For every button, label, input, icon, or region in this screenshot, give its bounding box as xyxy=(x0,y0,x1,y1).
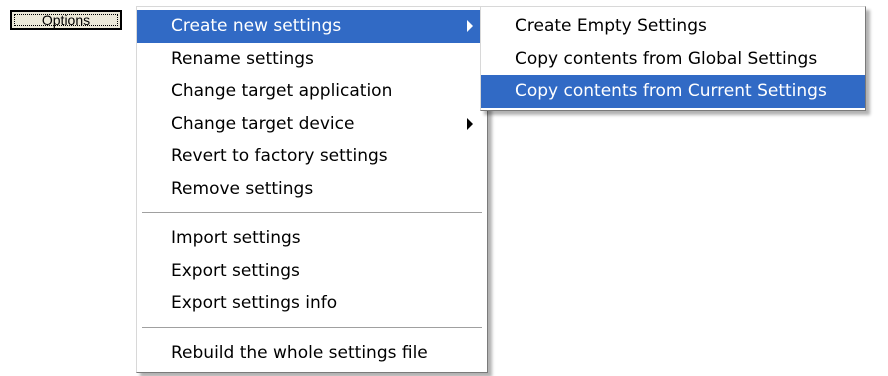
submenu-item-copy-from-global-settings[interactable]: Copy contents from Global Settings xyxy=(481,43,865,76)
menu-item-revert-to-factory-settings[interactable]: Revert to factory settings xyxy=(137,140,487,173)
menu-item-rebuild-settings-file[interactable]: Rebuild the whole settings file xyxy=(137,337,487,370)
menu-item-label: Export settings xyxy=(171,260,300,281)
menu-item-label: Remove settings xyxy=(171,178,314,199)
menu-item-label: Create Empty Settings xyxy=(515,16,707,36)
menu-separator xyxy=(142,212,482,215)
submenu-item-copy-from-current-settings[interactable]: Copy contents from Current Settings xyxy=(481,75,865,108)
menu-item-label: Copy contents from Global Settings xyxy=(515,48,818,69)
menu-item-label: Copy contents from Current Settings xyxy=(515,81,827,101)
menu-item-label: Import settings xyxy=(171,228,301,248)
submenu-arrow-icon xyxy=(467,20,473,33)
menu-item-rename-settings[interactable]: Rename settings xyxy=(137,43,487,76)
menu-item-label: Export settings info xyxy=(171,293,338,313)
menu-item-label: Change target device xyxy=(171,113,355,134)
menu-item-import-settings[interactable]: Import settings xyxy=(137,222,487,255)
submenu-item-create-empty-settings[interactable]: Create Empty Settings xyxy=(481,10,865,43)
menu-item-label: Change target application xyxy=(171,81,393,101)
menu-item-label: Create new settings xyxy=(171,16,342,36)
menu-separator xyxy=(142,326,482,330)
options-menu: Create new settings Rename settings Chan… xyxy=(136,6,488,373)
menu-item-label: Revert to factory settings xyxy=(171,146,388,166)
menu-item-remove-settings[interactable]: Remove settings xyxy=(137,173,487,206)
menu-item-export-settings[interactable]: Export settings xyxy=(137,255,487,288)
menu-item-label: Rebuild the whole settings file xyxy=(171,342,428,363)
create-new-settings-submenu: Create Empty Settings Copy contents from… xyxy=(480,6,866,111)
options-button[interactable]: Options xyxy=(10,10,122,30)
menu-item-change-target-application[interactable]: Change target application xyxy=(137,75,487,108)
menu-item-export-settings-info[interactable]: Export settings info xyxy=(137,287,487,320)
menu-item-label: Rename settings xyxy=(171,48,314,69)
menu-item-create-new-settings[interactable]: Create new settings xyxy=(137,10,487,43)
submenu-arrow-icon xyxy=(467,117,473,130)
menu-item-change-target-device[interactable]: Change target device xyxy=(137,108,487,141)
